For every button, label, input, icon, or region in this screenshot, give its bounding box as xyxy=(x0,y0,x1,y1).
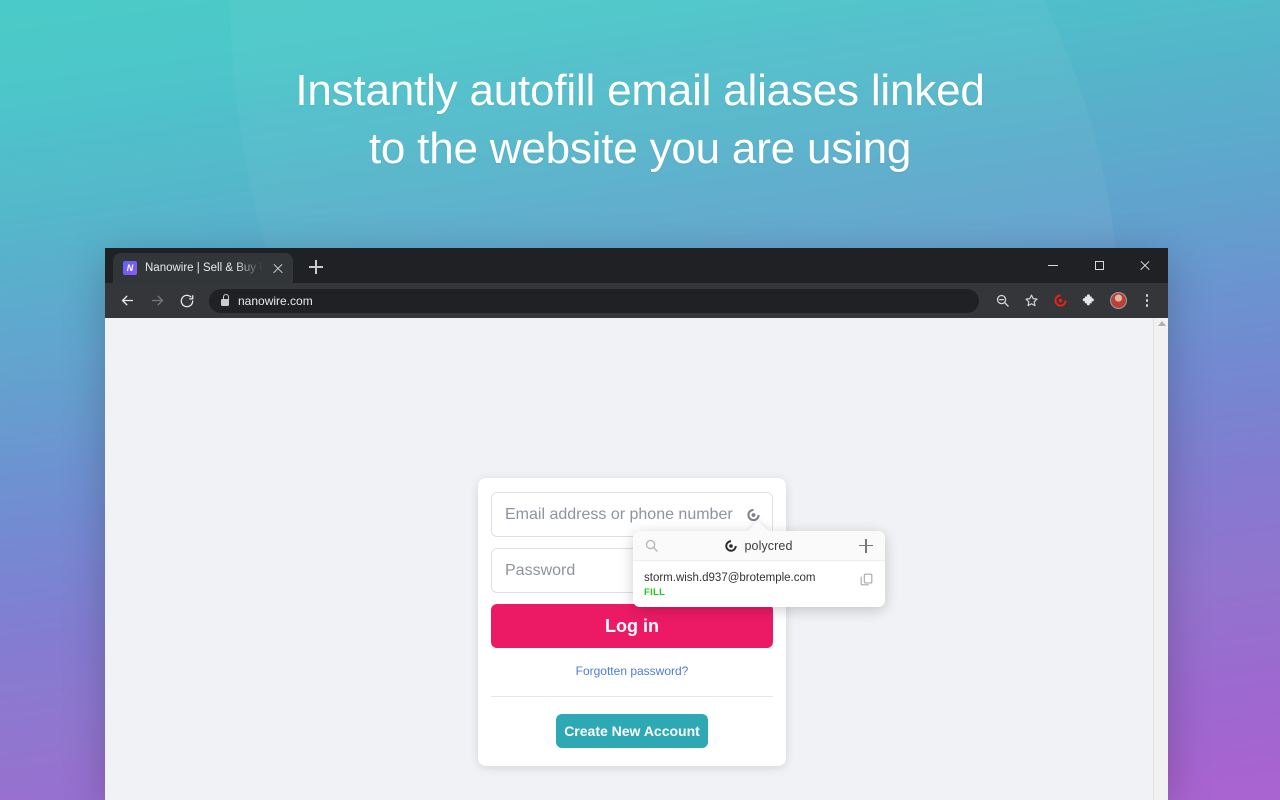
browser-window: N Nanowire | Sell & Buy Unused Ba xyxy=(105,248,1168,800)
polycred-inline-icon[interactable] xyxy=(746,507,761,522)
new-tab-plus-icon[interactable] xyxy=(303,254,329,280)
browser-toolbar: nanowire.com xyxy=(105,283,1168,318)
profile-avatar[interactable] xyxy=(1105,288,1131,314)
popup-search-icon[interactable] xyxy=(644,538,659,553)
tab-favicon-icon: N xyxy=(123,261,137,275)
window-minimize-button[interactable] xyxy=(1030,248,1076,283)
create-new-account-button[interactable]: Create New Account xyxy=(556,714,708,748)
polycred-logo-icon xyxy=(724,539,738,553)
forgotten-password-link[interactable]: Forgotten password? xyxy=(491,664,773,678)
login-button[interactable]: Log in xyxy=(491,604,773,648)
polycred-brand-label: polycred xyxy=(744,538,793,553)
polycred-brand: polycred xyxy=(659,539,858,553)
back-arrow-icon[interactable] xyxy=(113,287,141,315)
lock-icon xyxy=(221,294,230,306)
alias-texts: storm.wish.d937@brotemple.com FILL xyxy=(644,571,851,598)
toolbar-icon-group xyxy=(989,288,1160,314)
alias-fill-action[interactable]: FILL xyxy=(644,587,851,598)
zoom-icon[interactable] xyxy=(989,288,1015,314)
email-field-placeholder: Email address or phone number xyxy=(505,505,733,523)
copy-icon[interactable] xyxy=(859,572,874,587)
card-divider xyxy=(491,696,773,697)
polycred-popup: polycred storm.wish.d937@brotemple.com F… xyxy=(633,531,885,607)
add-alias-plus-icon[interactable] xyxy=(858,538,874,554)
alias-list-item[interactable]: storm.wish.d937@brotemple.com FILL xyxy=(633,561,885,607)
window-close-button[interactable] xyxy=(1122,248,1168,283)
polycred-extension-icon[interactable] xyxy=(1047,288,1073,314)
headline-line-1: Instantly autofill email aliases linked xyxy=(295,66,985,115)
reload-icon[interactable] xyxy=(173,287,201,315)
promo-headline: Instantly autofill email aliases linked … xyxy=(0,62,1280,178)
page-viewport: Email address or phone number Password L… xyxy=(105,318,1168,800)
browser-tabstrip: N Nanowire | Sell & Buy Unused Ba xyxy=(105,248,1168,283)
window-maximize-button[interactable] xyxy=(1076,248,1122,283)
chrome-menu-icon[interactable] xyxy=(1134,288,1160,314)
address-bar[interactable]: nanowire.com xyxy=(209,288,979,313)
window-controls xyxy=(1030,248,1168,283)
tab-title: Nanowire | Sell & Buy Unused Ba xyxy=(145,262,263,274)
tab-close-icon[interactable] xyxy=(271,261,285,275)
extensions-puzzle-icon[interactable] xyxy=(1076,288,1102,314)
headline-line-2: to the website you are using xyxy=(368,124,912,173)
promo-canvas: Instantly autofill email aliases linked … xyxy=(0,0,1280,800)
forward-arrow-icon[interactable] xyxy=(143,287,171,315)
alias-email: storm.wish.d937@brotemple.com xyxy=(644,572,816,584)
browser-tab-nanowire[interactable]: N Nanowire | Sell & Buy Unused Ba xyxy=(113,253,293,283)
login-card: Email address or phone number Password L… xyxy=(478,478,786,766)
page-scrollbar[interactable] xyxy=(1153,318,1168,800)
bookmark-star-icon[interactable] xyxy=(1018,288,1044,314)
address-bar-url: nanowire.com xyxy=(238,293,313,308)
polycred-popup-header: polycred xyxy=(633,531,885,561)
scrollbar-up-arrow-icon[interactable] xyxy=(1157,321,1166,326)
